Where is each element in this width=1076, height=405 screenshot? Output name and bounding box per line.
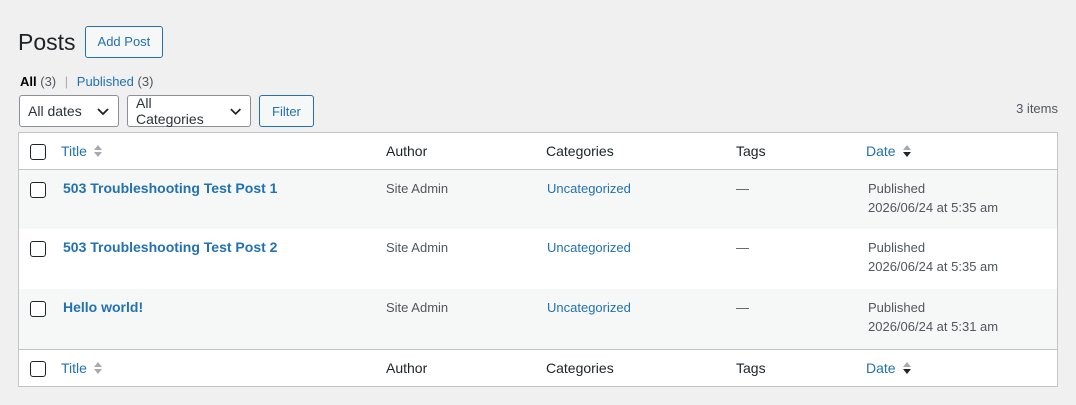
post-status-views: All (3) | Published (3)	[20, 74, 153, 89]
post-status: Published	[868, 300, 926, 315]
row-checkbox[interactable]	[30, 182, 46, 198]
table-row: Hello world! Site Admin Uncategorized — …	[19, 289, 1057, 349]
column-title-sort[interactable]: Title	[61, 143, 103, 159]
post-date: 2026/06/24 at 5:31 am	[868, 319, 999, 334]
select-all-checkbox-footer[interactable]	[30, 361, 46, 377]
post-date: 2026/06/24 at 5:35 am	[868, 259, 999, 274]
title-row: Posts Add Post	[18, 26, 164, 58]
post-title-link[interactable]: Hello world!	[63, 299, 143, 315]
row-checkbox[interactable]	[30, 241, 46, 257]
post-status: Published	[868, 181, 926, 196]
row-checkbox[interactable]	[30, 301, 46, 317]
category-filter-select[interactable]: All Categories	[127, 95, 251, 127]
footer-column-author: Author	[386, 360, 428, 376]
posts-table: Title Author Categories Tags Date 503 Tr…	[18, 132, 1058, 387]
column-categories: Categories	[546, 143, 614, 159]
post-author: Site Admin	[386, 181, 449, 196]
footer-column-tags: Tags	[736, 360, 766, 376]
footer-column-title-sort[interactable]: Title	[61, 360, 103, 376]
post-title-link[interactable]: 503 Troubleshooting Test Post 1	[63, 180, 277, 196]
post-title-link[interactable]: 503 Troubleshooting Test Post 2	[63, 239, 277, 255]
table-row: 503 Troubleshooting Test Post 2 Site Adm…	[19, 229, 1057, 288]
select-all-checkbox[interactable]	[30, 144, 46, 160]
view-published[interactable]: Published (3)	[77, 74, 154, 89]
post-tags: —	[736, 300, 749, 315]
view-separator: |	[64, 74, 69, 89]
date-filter-value: All dates	[28, 103, 82, 119]
table-footer: Title Author Categories Tags Date	[19, 349, 1057, 386]
add-post-button[interactable]: Add Post	[84, 26, 164, 58]
post-tags: —	[736, 240, 749, 255]
date-filter-select[interactable]: All dates	[19, 95, 119, 127]
post-date: 2026/06/24 at 5:35 am	[868, 200, 999, 215]
items-count: 3 items	[1016, 101, 1058, 116]
tablenav-top: All dates All Categories Filter	[19, 95, 314, 127]
sort-desc-icon	[902, 145, 911, 157]
filter-button[interactable]: Filter	[259, 95, 314, 127]
column-author: Author	[386, 143, 428, 159]
sort-icon	[93, 362, 102, 374]
table-header: Title Author Categories Tags Date	[19, 133, 1057, 170]
column-date-sort[interactable]: Date	[866, 143, 912, 159]
sort-desc-icon	[902, 362, 911, 374]
footer-column-categories: Categories	[546, 360, 614, 376]
post-status: Published	[868, 240, 926, 255]
page-title: Posts	[18, 29, 76, 55]
post-author: Site Admin	[386, 240, 449, 255]
chevron-down-icon	[230, 108, 241, 116]
footer-column-date-sort[interactable]: Date	[866, 360, 912, 376]
posts-screen: Posts Add Post All (3) | Published (3) A…	[0, 0, 1076, 405]
table-row: 503 Troubleshooting Test Post 1 Site Adm…	[19, 170, 1057, 229]
post-author: Site Admin	[386, 300, 449, 315]
post-category-link[interactable]: Uncategorized	[547, 300, 631, 315]
chevron-down-icon	[97, 108, 109, 116]
view-all[interactable]: All (3)	[20, 74, 56, 89]
sort-icon	[93, 145, 102, 157]
post-category-link[interactable]: Uncategorized	[547, 181, 631, 196]
post-tags: —	[736, 181, 749, 196]
post-category-link[interactable]: Uncategorized	[547, 240, 631, 255]
category-filter-value: All Categories	[136, 95, 204, 127]
column-tags: Tags	[736, 143, 766, 159]
